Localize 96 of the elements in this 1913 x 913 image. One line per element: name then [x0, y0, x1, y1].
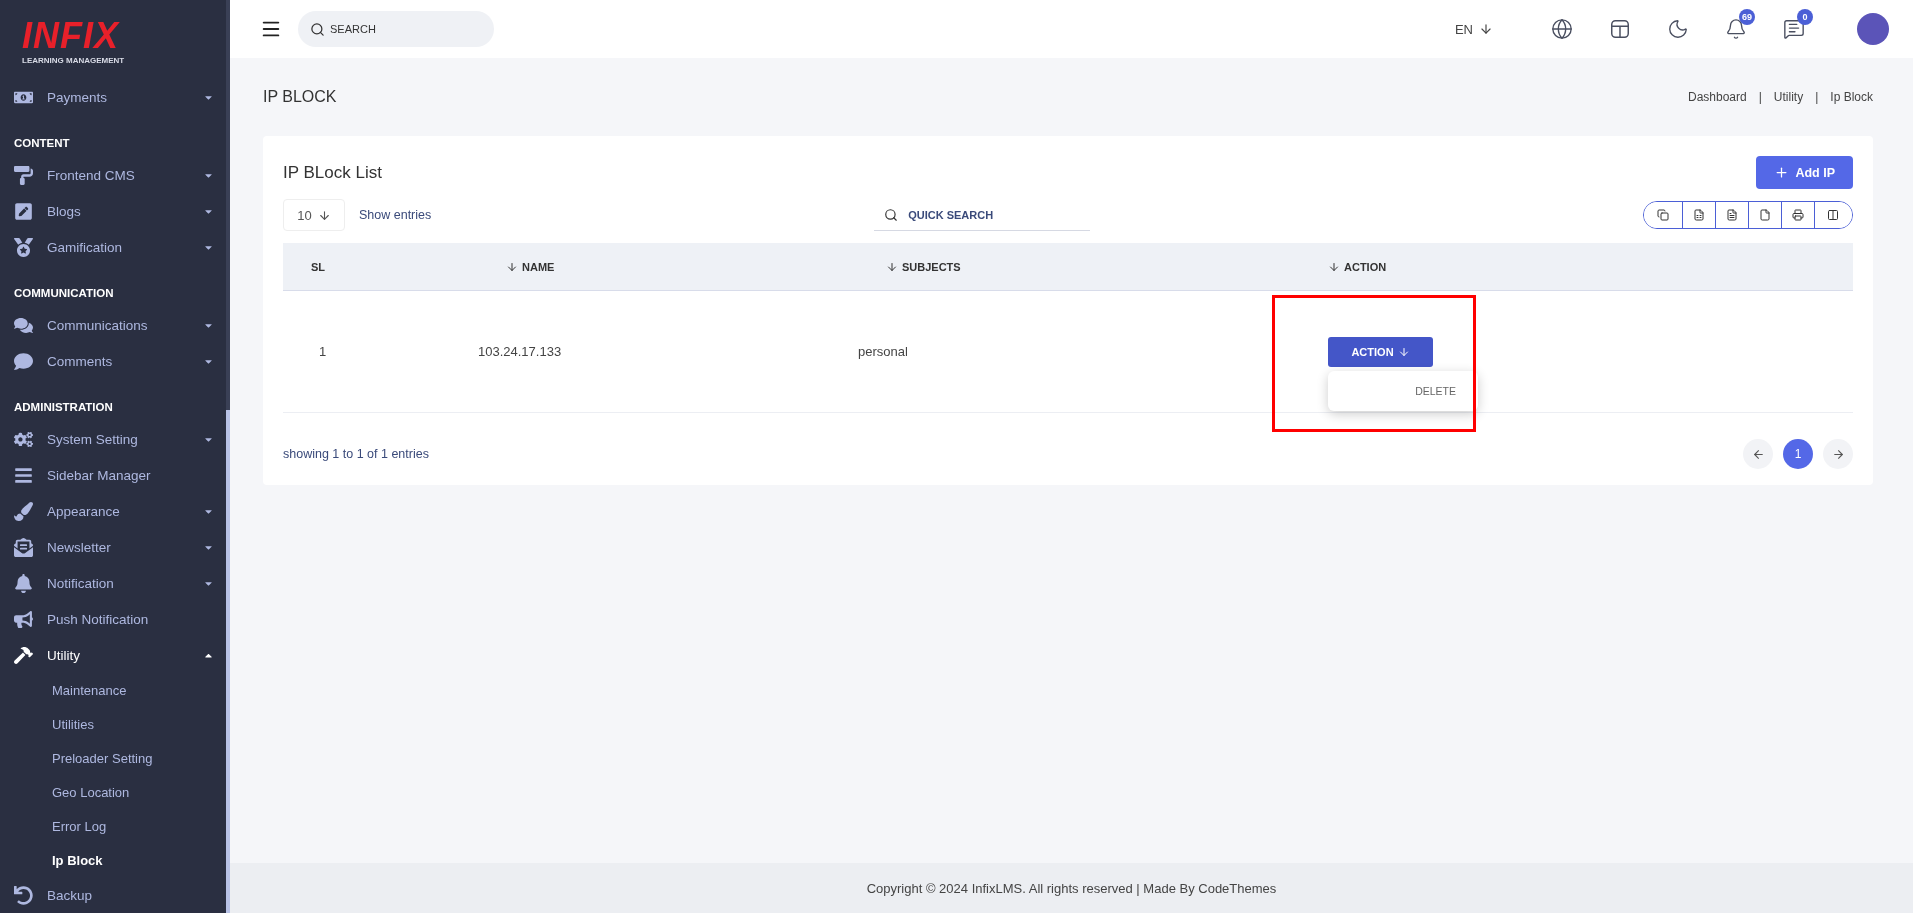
sidebar-item[interactable]: Utility [0, 637, 230, 673]
sort-arrow-icon [506, 260, 518, 273]
chat-bubble-icon [14, 351, 33, 371]
document-icon [1726, 209, 1738, 221]
envelope-icon [14, 537, 33, 557]
next-page-button[interactable] [1823, 439, 1853, 469]
sidebar-subitem[interactable]: Geo Location [0, 775, 230, 809]
spreadsheet-icon [1693, 209, 1705, 221]
table-cell-text: 1 [318, 344, 328, 359]
bell-icon [14, 573, 33, 593]
column-header[interactable]: SUBJECTS [858, 260, 1300, 273]
column-label: SUBJECTS [902, 260, 961, 273]
breadcrumb-separator: | [1815, 90, 1819, 104]
logo-wordmark: INFIX [22, 18, 121, 54]
plus-icon [1774, 165, 1790, 180]
breadcrumb-link[interactable]: Utility [1773, 90, 1804, 104]
undo-icon [14, 885, 33, 905]
sidebar-item[interactable]: Communications [0, 307, 230, 343]
logo-tagline: LEARNING MANAGEMENT [22, 56, 126, 65]
sidebar-item[interactable]: Appearance [0, 493, 230, 529]
sidebar-subitem[interactable]: Utilities [0, 707, 230, 741]
print-icon [1792, 209, 1804, 221]
paint-roller-icon [14, 165, 33, 185]
sidebar-item[interactable]: Blogs [0, 193, 230, 229]
search-icon [310, 22, 325, 37]
entries-label: Show entries [359, 208, 432, 222]
paint-brush-icon [14, 501, 33, 521]
table-cell-text: 103.24.17.133 [478, 344, 563, 359]
sidebar-item[interactable]: Backup [0, 877, 230, 913]
sidebar-item[interactable]: Gamification [0, 229, 230, 265]
page-button[interactable]: 1 [1783, 439, 1813, 469]
messages-button[interactable]: 0 [1775, 9, 1813, 49]
footer-text: Copyright © 2024 InfixLMS. All rights reserved | Made By CodeThemes [230, 863, 1913, 913]
add-ip-button[interactable]: Add IP [1756, 156, 1853, 189]
globe-icon [1551, 18, 1573, 40]
sidebar-item[interactable]: Push Notification [0, 601, 230, 637]
breadcrumb-separator: | [1758, 90, 1762, 104]
columns-button[interactable] [1814, 202, 1852, 228]
medal-icon [14, 237, 33, 257]
avatar[interactable] [1857, 13, 1889, 45]
search-icon [884, 208, 899, 222]
sidebar-subitem[interactable]: Maintenance [0, 673, 230, 707]
sort-arrow-icon [1328, 260, 1340, 273]
entries-select[interactable]: 10 [283, 199, 345, 231]
column-label: SL [311, 260, 326, 273]
action-button[interactable]: ACTION [1328, 336, 1433, 367]
hammer-icon [14, 645, 33, 665]
moon-icon [1667, 18, 1689, 40]
section-heading: COMMUNICATION [13, 286, 115, 301]
columns-icon [1827, 209, 1840, 221]
column-label: ACTION [1344, 260, 1387, 273]
sidebar-item[interactable]: Payments [0, 79, 230, 115]
dropdown-item[interactable]: DELETE [1415, 384, 1478, 397]
sidebar-item[interactable]: Newsletter [0, 529, 230, 565]
sort-arrow-icon [886, 260, 898, 273]
language-selector[interactable]: EN [1448, 20, 1499, 38]
message-count: 0 [1797, 9, 1813, 25]
megaphone-icon [14, 609, 33, 629]
chat-bubbles-icon [14, 315, 33, 335]
arrow-down-icon [1397, 345, 1410, 358]
message-icon [1783, 18, 1805, 40]
breadcrumb-link[interactable]: Dashboard [1688, 90, 1747, 104]
scrollbar-thumb[interactable] [226, 410, 230, 913]
menu-icon [14, 465, 33, 485]
sidebar-item[interactable]: Comments [0, 343, 230, 379]
gears-icon [14, 429, 33, 449]
section-heading: ADMINISTRATION [13, 400, 114, 415]
arrow-right-icon [1831, 447, 1845, 461]
column-label: NAME [522, 260, 555, 273]
card-title: IP BLock List [283, 162, 382, 183]
page-title: IP BLOCK [263, 88, 337, 106]
notifications-button[interactable]: 69 [1717, 9, 1755, 49]
sidebar-item[interactable]: System Setting [0, 421, 230, 457]
sidebar-subitem[interactable]: Error Log [0, 809, 230, 843]
column-header[interactable]: NAME [478, 260, 858, 273]
sidebar-item[interactable]: Notification [0, 565, 230, 601]
copy-icon [1657, 209, 1669, 221]
sidebar-item[interactable]: Sidebar Manager [0, 457, 230, 493]
column-header[interactable]: SL [283, 260, 478, 273]
notification-count: 69 [1739, 9, 1755, 25]
sidebar-item[interactable]: Frontend CMS [0, 157, 230, 193]
search-field[interactable]: SEARCH [298, 11, 494, 47]
file-icon [1759, 209, 1771, 221]
entries-summary: showing 1 to 1 of 1 entries [283, 447, 429, 461]
previous-page-button[interactable] [1743, 439, 1773, 469]
arrow-down-icon [317, 208, 331, 222]
layout-icon [1609, 18, 1631, 40]
arrow-left-icon [1751, 447, 1765, 461]
breadcrumb-link[interactable]: Ip Block [1830, 90, 1873, 104]
sidebar-subitem[interactable]: Ip Block [0, 843, 230, 877]
sidebar-subitem[interactable]: Preloader Setting [0, 741, 230, 775]
bell-icon [1725, 18, 1747, 40]
column-header[interactable]: ACTION [1300, 260, 1853, 273]
section-heading: CONTENT [13, 136, 71, 151]
arrow-down-icon [1479, 22, 1493, 36]
table-cell-text: personal [858, 344, 909, 359]
